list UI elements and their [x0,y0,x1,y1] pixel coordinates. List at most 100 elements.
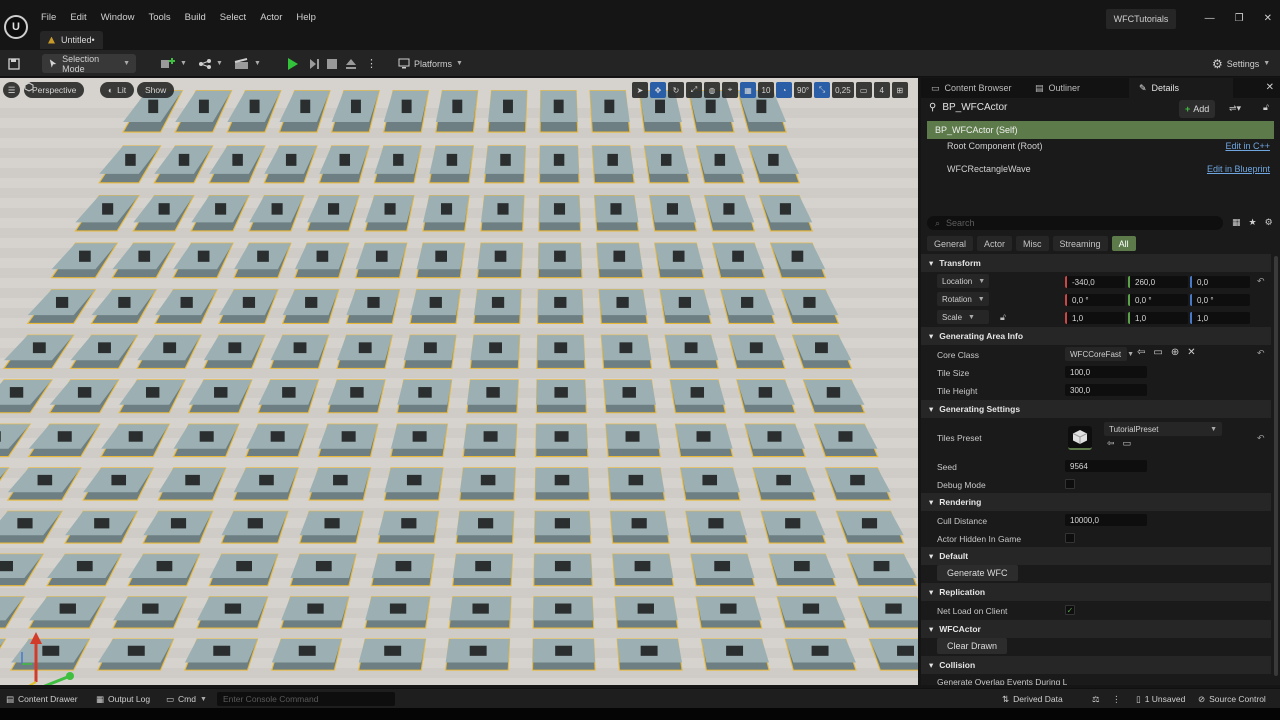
blueprint-options-icon[interactable]: ⇌▾ [1229,103,1241,114]
viewport-options-icon[interactable]: ☰ [3,82,20,98]
menu-select[interactable]: Select [213,11,253,24]
tab-outliner[interactable]: ▤ Outliner [1025,78,1129,98]
cmd-dropdown[interactable]: ▭ Cmd ▼ [166,692,207,706]
section-generating-settings[interactable]: ▾ Generating Settings [921,400,1271,418]
section-rendering[interactable]: ▾ Rendering [921,493,1271,511]
maximize-icon[interactable]: ❐ [1235,13,1244,24]
section-collision[interactable]: ▾ Collision [921,656,1271,674]
output-log-button[interactable]: ▦ Output Log [96,692,150,706]
scale-tool-icon[interactable]: ⤢ [686,82,702,98]
component-root[interactable]: Root Component (Root) Edit in C++ [927,137,1274,155]
details-scrollbar[interactable] [1274,256,1278,676]
filter-streaming[interactable]: Streaming [1052,236,1108,251]
lit-dropdown[interactable]: ◐ Lit [100,82,135,98]
menu-build[interactable]: Build [178,11,213,24]
menu-edit[interactable]: Edit [63,11,93,24]
section-generating-area-info[interactable]: ▾ Generating Area Info [921,327,1271,345]
core-class-dropdown[interactable]: WFCCoreFast ▼ [1065,347,1134,361]
net-load-checkbox[interactable]: ✓ [1065,605,1075,615]
save-button[interactable] [8,54,20,73]
tile-size-field[interactable]: 100,0 [1065,366,1147,378]
scale-z-field[interactable]: 1,0 [1190,312,1250,324]
derived-data-button[interactable]: ⇅ Derived Data [1002,692,1063,706]
menu-actor[interactable]: Actor [253,11,289,24]
rotation-dropdown[interactable]: Rotation ▼ [937,292,989,306]
add-new-icon[interactable]: ⊕ [1171,347,1179,358]
section-replication[interactable]: ▾ Replication [921,583,1271,601]
tiles-preset-thumbnail[interactable] [1068,426,1092,450]
close-icon[interactable]: ✕ [1266,82,1274,93]
cull-distance-field[interactable]: 10000,0 [1065,514,1147,526]
viewport-scene[interactable] [0,78,918,685]
revision-control-icon[interactable]: ⚖ [1092,692,1100,706]
stop-button[interactable] [327,54,337,73]
browse-folder-icon[interactable]: ▭ [1153,347,1162,358]
filter-all[interactable]: All [1111,236,1136,251]
eject-button[interactable] [345,54,357,73]
tile-height-field[interactable]: 300,0 [1065,384,1147,396]
clear-drawn-button[interactable]: Clear Drawn [937,638,1008,654]
grid-snap-value[interactable]: 10 [758,82,774,98]
cinematics-button[interactable]: ▼ [234,54,261,73]
camera-speed-value[interactable]: 4 [873,82,890,98]
star-icon[interactable]: ★ [1249,217,1257,228]
menu-help[interactable]: Help [289,11,323,24]
filter-general[interactable]: General [927,236,974,251]
perspective-dropdown[interactable]: Perspective [24,82,85,98]
play-options-icon[interactable]: ⋮ [366,54,377,73]
menu-window[interactable]: Window [94,11,142,24]
content-drawer-button[interactable]: ▤ Content Drawer [6,692,78,706]
rotate-tool-icon[interactable]: ↻ [668,82,684,98]
select-tool-icon[interactable]: ➤ [632,82,648,98]
blueprint-button[interactable]: ▼ [198,54,223,73]
rotation-snap-value[interactable]: 90° [794,82,813,98]
reset-arrow-icon[interactable]: ↶ [1257,348,1265,359]
use-selected-arrow-icon[interactable]: ⇦ [1107,438,1115,449]
rotation-snap-icon[interactable]: ◔ [776,82,792,98]
seed-field[interactable]: 9564 [1065,460,1147,472]
scale-snap-icon[interactable]: ⤡ [814,82,831,98]
section-transform[interactable]: ▾ Transform [921,254,1271,272]
location-z-field[interactable]: 0,0 [1190,276,1250,288]
reset-arrow-icon[interactable]: ↶ [1257,433,1265,444]
tab-details[interactable]: ✎ Details [1129,78,1233,98]
lock-icon[interactable]: 🔓︎ [1263,102,1269,113]
platforms-dropdown[interactable]: Platforms ▼ [398,54,463,73]
tab-content-browser[interactable]: ▭ Content Browser [921,78,1025,98]
scale-y-field[interactable]: 1,0 [1128,312,1188,324]
location-dropdown[interactable]: Location ▼ [937,274,989,288]
level-tab[interactable]: Untitled• [40,31,103,49]
scale-dropdown[interactable]: Scale ▼ [937,310,989,324]
close-icon[interactable]: ✕ [1264,13,1272,24]
add-content-button[interactable]: ▼ [160,54,187,73]
details-search-input[interactable]: ⌕ Search [927,216,1223,230]
filter-actor[interactable]: Actor [977,236,1013,251]
scale-snap-value[interactable]: 0,25 [832,82,854,98]
settings-dropdown[interactable]: ⚙ Settings ▼ [1212,54,1270,73]
move-tool-icon[interactable]: ✥ [650,82,666,98]
edit-in-cpp-link[interactable]: Edit in C++ [1225,141,1270,151]
maximize-viewport-icon[interactable]: ⊞ [891,82,908,98]
menu-tools[interactable]: Tools [141,11,177,24]
location-x-field[interactable]: -340,0 [1065,276,1125,288]
generate-wfc-button[interactable]: Generate WFC [937,565,1018,581]
level-viewport[interactable]: ☰ Perspective ◐ Lit Show ➤ ✥ ↻ ⤢ ◍ ⌖ ▦ 1… [0,78,918,685]
unsaved-button[interactable]: ▯ 1 Unsaved [1136,692,1185,706]
section-default[interactable]: ▾ Default [921,547,1271,565]
actor-hidden-checkbox[interactable] [1065,533,1075,543]
reset-arrow-icon[interactable]: ↶ [1257,276,1265,287]
unreal-logo-icon[interactable]: U [4,15,28,39]
rotation-y-field[interactable]: 0,0 ° [1128,294,1188,306]
play-button[interactable] [288,54,298,73]
section-wfcactor[interactable]: ▾ WFCActor [921,620,1271,638]
camera-speed-icon[interactable]: ▭ [855,82,872,98]
filter-misc[interactable]: Misc [1016,236,1049,251]
step-button[interactable] [308,54,320,73]
edit-in-blueprint-link[interactable]: Edit in Blueprint [1207,164,1270,174]
use-selected-arrow-icon[interactable]: ⇦ [1137,347,1145,358]
tiles-preset-dropdown[interactable]: TutorialPreset ▼ [1104,422,1222,436]
rotation-z-field[interactable]: 0,0 ° [1190,294,1250,306]
console-input[interactable]: Enter Console Command [217,692,395,706]
component-wave[interactable]: WFCRectangleWave Edit in Blueprint [927,160,1274,178]
minimize-icon[interactable]: — [1205,13,1215,24]
